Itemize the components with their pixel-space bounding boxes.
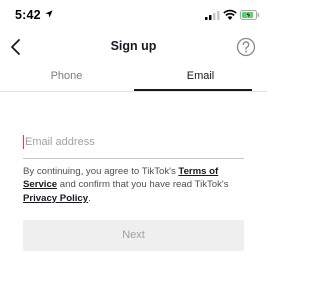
cellular-signal-icon bbox=[205, 11, 220, 20]
navigation-bar: Sign up bbox=[0, 34, 267, 60]
tab-phone[interactable]: Phone bbox=[0, 63, 133, 91]
privacy-policy-link[interactable]: Privacy Policy bbox=[23, 193, 88, 204]
status-time: 5:42 bbox=[15, 8, 41, 22]
next-button[interactable]: Next bbox=[23, 220, 244, 251]
tab-email[interactable]: Email bbox=[134, 63, 267, 91]
tab-selected-indicator bbox=[134, 89, 252, 91]
wifi-icon bbox=[223, 9, 237, 20]
terms-middle-text: and confirm that you have read TikTok's bbox=[57, 179, 229, 191]
email-field[interactable] bbox=[25, 132, 241, 152]
location-arrow-icon bbox=[45, 10, 53, 18]
status-bar: 5:42 bbox=[0, 0, 267, 34]
page-title: Sign up bbox=[110, 39, 157, 53]
text-caret bbox=[23, 135, 24, 149]
signup-method-tabs: Phone Email bbox=[0, 63, 267, 92]
battery-charging-icon bbox=[240, 10, 260, 20]
email-field-container bbox=[23, 128, 244, 159]
question-circle-icon[interactable] bbox=[236, 37, 256, 57]
terms-notice: By continuing, you agree to TikTok's Ter… bbox=[23, 165, 245, 205]
terms-suffix-text: . bbox=[88, 192, 91, 204]
terms-prefix-text: By continuing, you agree to TikTok's bbox=[23, 166, 179, 177]
